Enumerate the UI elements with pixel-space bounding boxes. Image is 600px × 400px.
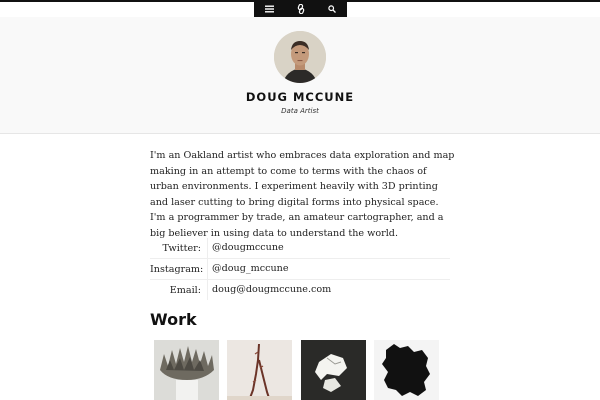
profile-header: DOUG MCCUNE Data Artist <box>0 17 600 134</box>
contact-label: Instagram: <box>150 263 204 275</box>
link-icon <box>297 3 304 14</box>
contact-row-twitter: Twitter: @dougmccune <box>150 238 450 259</box>
bio-paragraph: I'm an Oakland artist who embraces data … <box>150 150 455 239</box>
contact-table: Twitter: @dougmccune Instagram: @doug_mc… <box>150 238 450 300</box>
profile-name: DOUG MCCUNE <box>245 90 355 104</box>
work-thumbnail-2[interactable] <box>227 340 292 400</box>
menu-button[interactable] <box>259 0 281 17</box>
top-nav <box>254 0 347 17</box>
work-heading: Work <box>150 310 197 329</box>
contact-label: Email: <box>169 284 201 296</box>
twitter-link[interactable]: @dougmccune <box>207 238 284 258</box>
search-icon <box>327 4 336 13</box>
search-button[interactable] <box>321 0 343 17</box>
contact-row-email: Email: doug@dougmccune.com <box>150 280 450 300</box>
work-thumbnail-4[interactable] <box>374 340 439 400</box>
work-thumbnail-1[interactable] <box>154 340 219 400</box>
instagram-link[interactable]: @doug_mccune <box>207 259 289 279</box>
avatar[interactable] <box>274 31 326 83</box>
work-thumbnail-3[interactable] <box>301 340 366 400</box>
profile-role: Data Artist <box>281 107 319 115</box>
contact-label: Twitter: <box>162 242 201 254</box>
menu-icon <box>265 5 274 12</box>
contact-row-instagram: Instagram: @doug_mccune <box>150 259 450 280</box>
email-link[interactable]: doug@dougmccune.com <box>207 280 331 300</box>
links-button[interactable] <box>290 0 312 17</box>
